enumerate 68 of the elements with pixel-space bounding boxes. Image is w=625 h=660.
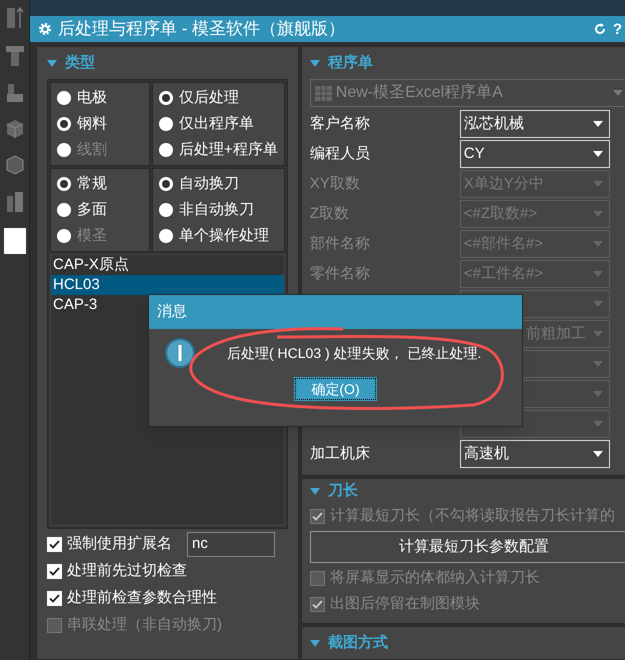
config-button[interactable]: 计算最短刀长参数配置	[310, 531, 625, 563]
section-title[interactable]: 程序单	[328, 52, 373, 74]
dropdown-arrow-icon	[592, 421, 603, 427]
checkbox[interactable]	[47, 537, 62, 552]
dropdown-arrow-icon	[592, 271, 603, 277]
checkbox[interactable]	[47, 591, 62, 606]
list-item[interactable]: HCL03	[51, 275, 284, 295]
settings-icon[interactable]	[38, 22, 52, 36]
dropdown-arrow-icon	[592, 211, 603, 217]
field-label: Z取数	[310, 204, 350, 224]
dropdown[interactable]: CY	[460, 140, 610, 168]
block-icon[interactable]	[4, 118, 24, 140]
window-title: 后处理与程序单 - 模圣软件（旗舰版）	[58, 18, 346, 40]
option-label: 将屏幕显示的体都纳入计算刀长	[330, 568, 540, 588]
dropdown-arrow-icon	[592, 181, 603, 187]
radio-button[interactable]: 钢料	[57, 111, 143, 137]
info-icon	[165, 338, 195, 368]
dropdown-arrow-icon	[612, 90, 623, 96]
checkbox[interactable]	[47, 564, 62, 579]
table-icon	[314, 86, 332, 100]
collapse-icon[interactable]	[310, 488, 320, 494]
dropdown-arrow-icon	[592, 151, 603, 157]
thumbnail-icon[interactable]	[4, 228, 26, 254]
collapse-icon[interactable]	[310, 60, 320, 66]
extension-field[interactable]: nc	[187, 532, 275, 557]
field-label: 零件名称	[310, 264, 371, 284]
radio-button[interactable]: 自动换刀	[159, 171, 278, 197]
field-label: 加工机床	[310, 444, 371, 464]
field-label: XY取数	[310, 174, 361, 194]
tool-icon[interactable]	[4, 44, 24, 68]
radio-button[interactable]: 非自动换刀	[159, 197, 278, 223]
radio-button[interactable]: 仅后处理	[159, 85, 278, 111]
option-label: 出图后停留在制图模块	[330, 594, 480, 614]
radio-button[interactable]: 电极	[57, 85, 143, 111]
section-title[interactable]: 刀长	[328, 480, 358, 502]
field-label: 编程人员	[310, 144, 371, 164]
refresh-icon[interactable]	[592, 22, 607, 36]
list-item[interactable]: CAP-X原点	[51, 255, 284, 275]
option-label: 串联处理（非自动换刀)	[67, 615, 222, 636]
option-label: 处理前先过切检查	[67, 561, 187, 582]
dropdown-arrow-icon	[592, 451, 603, 457]
tool-icon[interactable]	[4, 82, 24, 104]
dropdown-arrow-icon	[592, 241, 603, 247]
option-label: 强制使用扩展名	[67, 534, 172, 554]
field-label: 部件名称	[310, 234, 371, 254]
radio-button[interactable]: 单个操作处理	[159, 223, 278, 249]
dropdown-arrow-icon	[592, 391, 603, 397]
dropdown-arrow-icon	[592, 331, 603, 337]
field-label: 客户名称	[310, 114, 371, 134]
tool-icon[interactable]	[4, 190, 24, 214]
option-label: 处理前检查参数合理性	[67, 588, 217, 608]
dropdown[interactable]: 泓芯机械	[460, 110, 610, 138]
option-label: 计算最短刀长（不勾将读取报告刀长计算的	[330, 506, 615, 526]
section-title[interactable]: 截图方式	[328, 632, 388, 654]
collapse-icon[interactable]	[310, 640, 320, 646]
radio-button[interactable]: 后处理+程序单	[159, 137, 278, 163]
radio-button[interactable]: 多面	[57, 197, 143, 223]
dropdown-arrow-icon	[592, 301, 603, 307]
dropdown[interactable]: 高速机	[460, 440, 610, 468]
dropdown-arrow-icon	[592, 121, 603, 127]
radio-button[interactable]: 常规	[57, 171, 143, 197]
radio-button[interactable]: 仅出程序单	[159, 111, 278, 137]
dropdown-arrow-icon	[592, 361, 603, 367]
collapse-icon[interactable]	[47, 60, 57, 66]
tool-icon[interactable]	[4, 4, 24, 30]
section-title[interactable]: 类型	[65, 52, 95, 74]
cube-icon[interactable]	[4, 154, 24, 176]
dialog-title: 消息	[157, 302, 187, 322]
